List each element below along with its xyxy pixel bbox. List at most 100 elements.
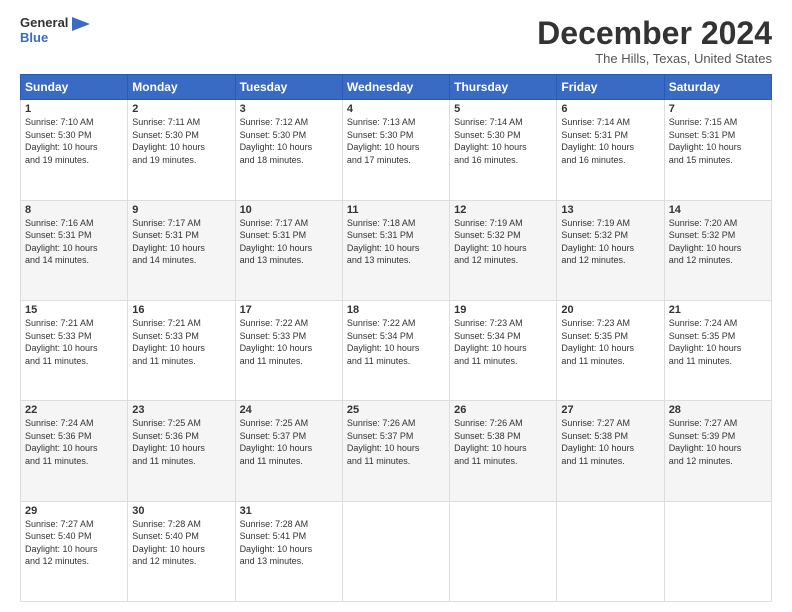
day-number: 10	[240, 204, 338, 216]
day-info: Sunrise: 7:11 AM Sunset: 5:30 PM Dayligh…	[132, 116, 230, 166]
day-info: Sunrise: 7:23 AM Sunset: 5:34 PM Dayligh…	[454, 317, 552, 367]
table-row: 24Sunrise: 7:25 AM Sunset: 5:37 PM Dayli…	[235, 401, 342, 501]
day-number: 4	[347, 103, 445, 115]
table-row: 13Sunrise: 7:19 AM Sunset: 5:32 PM Dayli…	[557, 200, 664, 300]
day-info: Sunrise: 7:19 AM Sunset: 5:32 PM Dayligh…	[454, 217, 552, 267]
table-row: 12Sunrise: 7:19 AM Sunset: 5:32 PM Dayli…	[450, 200, 557, 300]
col-monday: Monday	[128, 75, 235, 100]
day-number: 3	[240, 103, 338, 115]
col-wednesday: Wednesday	[342, 75, 449, 100]
day-number: 11	[347, 204, 445, 216]
table-row: 22Sunrise: 7:24 AM Sunset: 5:36 PM Dayli…	[21, 401, 128, 501]
day-info: Sunrise: 7:22 AM Sunset: 5:33 PM Dayligh…	[240, 317, 338, 367]
day-info: Sunrise: 7:27 AM Sunset: 5:40 PM Dayligh…	[25, 518, 123, 568]
day-number: 27	[561, 404, 659, 416]
table-row: 31Sunrise: 7:28 AM Sunset: 5:41 PM Dayli…	[235, 501, 342, 601]
day-number: 15	[25, 304, 123, 316]
table-row	[450, 501, 557, 601]
day-info: Sunrise: 7:28 AM Sunset: 5:40 PM Dayligh…	[132, 518, 230, 568]
day-info: Sunrise: 7:22 AM Sunset: 5:34 PM Dayligh…	[347, 317, 445, 367]
table-row: 10Sunrise: 7:17 AM Sunset: 5:31 PM Dayli…	[235, 200, 342, 300]
day-info: Sunrise: 7:25 AM Sunset: 5:37 PM Dayligh…	[240, 417, 338, 467]
day-info: Sunrise: 7:27 AM Sunset: 5:39 PM Dayligh…	[669, 417, 767, 467]
header-row: Sunday Monday Tuesday Wednesday Thursday…	[21, 75, 772, 100]
table-row: 30Sunrise: 7:28 AM Sunset: 5:40 PM Dayli…	[128, 501, 235, 601]
day-info: Sunrise: 7:21 AM Sunset: 5:33 PM Dayligh…	[25, 317, 123, 367]
day-number: 1	[25, 103, 123, 115]
day-number: 24	[240, 404, 338, 416]
day-info: Sunrise: 7:10 AM Sunset: 5:30 PM Dayligh…	[25, 116, 123, 166]
day-number: 9	[132, 204, 230, 216]
table-row: 3Sunrise: 7:12 AM Sunset: 5:30 PM Daylig…	[235, 100, 342, 200]
day-info: Sunrise: 7:21 AM Sunset: 5:33 PM Dayligh…	[132, 317, 230, 367]
day-info: Sunrise: 7:19 AM Sunset: 5:32 PM Dayligh…	[561, 217, 659, 267]
week-row-1: 1Sunrise: 7:10 AM Sunset: 5:30 PM Daylig…	[21, 100, 772, 200]
table-row	[342, 501, 449, 601]
page: General Blue December 2024 The Hills, Te…	[0, 0, 792, 612]
week-row-3: 15Sunrise: 7:21 AM Sunset: 5:33 PM Dayli…	[21, 300, 772, 400]
day-number: 22	[25, 404, 123, 416]
day-number: 2	[132, 103, 230, 115]
table-row: 20Sunrise: 7:23 AM Sunset: 5:35 PM Dayli…	[557, 300, 664, 400]
table-row: 28Sunrise: 7:27 AM Sunset: 5:39 PM Dayli…	[664, 401, 771, 501]
table-row: 15Sunrise: 7:21 AM Sunset: 5:33 PM Dayli…	[21, 300, 128, 400]
day-number: 5	[454, 103, 552, 115]
table-row: 27Sunrise: 7:27 AM Sunset: 5:38 PM Dayli…	[557, 401, 664, 501]
day-number: 17	[240, 304, 338, 316]
day-info: Sunrise: 7:26 AM Sunset: 5:38 PM Dayligh…	[454, 417, 552, 467]
day-number: 16	[132, 304, 230, 316]
week-row-4: 22Sunrise: 7:24 AM Sunset: 5:36 PM Dayli…	[21, 401, 772, 501]
table-row: 4Sunrise: 7:13 AM Sunset: 5:30 PM Daylig…	[342, 100, 449, 200]
table-row: 26Sunrise: 7:26 AM Sunset: 5:38 PM Dayli…	[450, 401, 557, 501]
col-sunday: Sunday	[21, 75, 128, 100]
day-info: Sunrise: 7:15 AM Sunset: 5:31 PM Dayligh…	[669, 116, 767, 166]
day-number: 6	[561, 103, 659, 115]
day-number: 23	[132, 404, 230, 416]
main-title: December 2024	[537, 16, 772, 51]
day-info: Sunrise: 7:14 AM Sunset: 5:30 PM Dayligh…	[454, 116, 552, 166]
table-row: 7Sunrise: 7:15 AM Sunset: 5:31 PM Daylig…	[664, 100, 771, 200]
day-number: 26	[454, 404, 552, 416]
day-info: Sunrise: 7:17 AM Sunset: 5:31 PM Dayligh…	[132, 217, 230, 267]
day-number: 28	[669, 404, 767, 416]
table-row: 2Sunrise: 7:11 AM Sunset: 5:30 PM Daylig…	[128, 100, 235, 200]
table-row: 16Sunrise: 7:21 AM Sunset: 5:33 PM Dayli…	[128, 300, 235, 400]
calendar-table: Sunday Monday Tuesday Wednesday Thursday…	[20, 74, 772, 602]
table-row	[557, 501, 664, 601]
col-friday: Friday	[557, 75, 664, 100]
table-row: 6Sunrise: 7:14 AM Sunset: 5:31 PM Daylig…	[557, 100, 664, 200]
day-info: Sunrise: 7:27 AM Sunset: 5:38 PM Dayligh…	[561, 417, 659, 467]
col-saturday: Saturday	[664, 75, 771, 100]
day-info: Sunrise: 7:25 AM Sunset: 5:36 PM Dayligh…	[132, 417, 230, 467]
day-info: Sunrise: 7:23 AM Sunset: 5:35 PM Dayligh…	[561, 317, 659, 367]
day-number: 8	[25, 204, 123, 216]
day-info: Sunrise: 7:13 AM Sunset: 5:30 PM Dayligh…	[347, 116, 445, 166]
day-info: Sunrise: 7:26 AM Sunset: 5:37 PM Dayligh…	[347, 417, 445, 467]
day-info: Sunrise: 7:20 AM Sunset: 5:32 PM Dayligh…	[669, 217, 767, 267]
day-info: Sunrise: 7:14 AM Sunset: 5:31 PM Dayligh…	[561, 116, 659, 166]
table-row: 18Sunrise: 7:22 AM Sunset: 5:34 PM Dayli…	[342, 300, 449, 400]
table-row: 19Sunrise: 7:23 AM Sunset: 5:34 PM Dayli…	[450, 300, 557, 400]
table-row: 14Sunrise: 7:20 AM Sunset: 5:32 PM Dayli…	[664, 200, 771, 300]
table-row	[664, 501, 771, 601]
day-info: Sunrise: 7:12 AM Sunset: 5:30 PM Dayligh…	[240, 116, 338, 166]
table-row: 5Sunrise: 7:14 AM Sunset: 5:30 PM Daylig…	[450, 100, 557, 200]
day-number: 13	[561, 204, 659, 216]
day-number: 19	[454, 304, 552, 316]
subtitle: The Hills, Texas, United States	[537, 51, 772, 66]
col-tuesday: Tuesday	[235, 75, 342, 100]
table-row: 9Sunrise: 7:17 AM Sunset: 5:31 PM Daylig…	[128, 200, 235, 300]
week-row-5: 29Sunrise: 7:27 AM Sunset: 5:40 PM Dayli…	[21, 501, 772, 601]
day-info: Sunrise: 7:16 AM Sunset: 5:31 PM Dayligh…	[25, 217, 123, 267]
day-number: 25	[347, 404, 445, 416]
table-row: 21Sunrise: 7:24 AM Sunset: 5:35 PM Dayli…	[664, 300, 771, 400]
blue-arrow-icon	[72, 17, 90, 31]
day-number: 14	[669, 204, 767, 216]
day-info: Sunrise: 7:18 AM Sunset: 5:31 PM Dayligh…	[347, 217, 445, 267]
week-row-2: 8Sunrise: 7:16 AM Sunset: 5:31 PM Daylig…	[21, 200, 772, 300]
table-row: 11Sunrise: 7:18 AM Sunset: 5:31 PM Dayli…	[342, 200, 449, 300]
logo: General Blue	[20, 16, 90, 45]
table-row: 1Sunrise: 7:10 AM Sunset: 5:30 PM Daylig…	[21, 100, 128, 200]
day-info: Sunrise: 7:28 AM Sunset: 5:41 PM Dayligh…	[240, 518, 338, 568]
col-thursday: Thursday	[450, 75, 557, 100]
